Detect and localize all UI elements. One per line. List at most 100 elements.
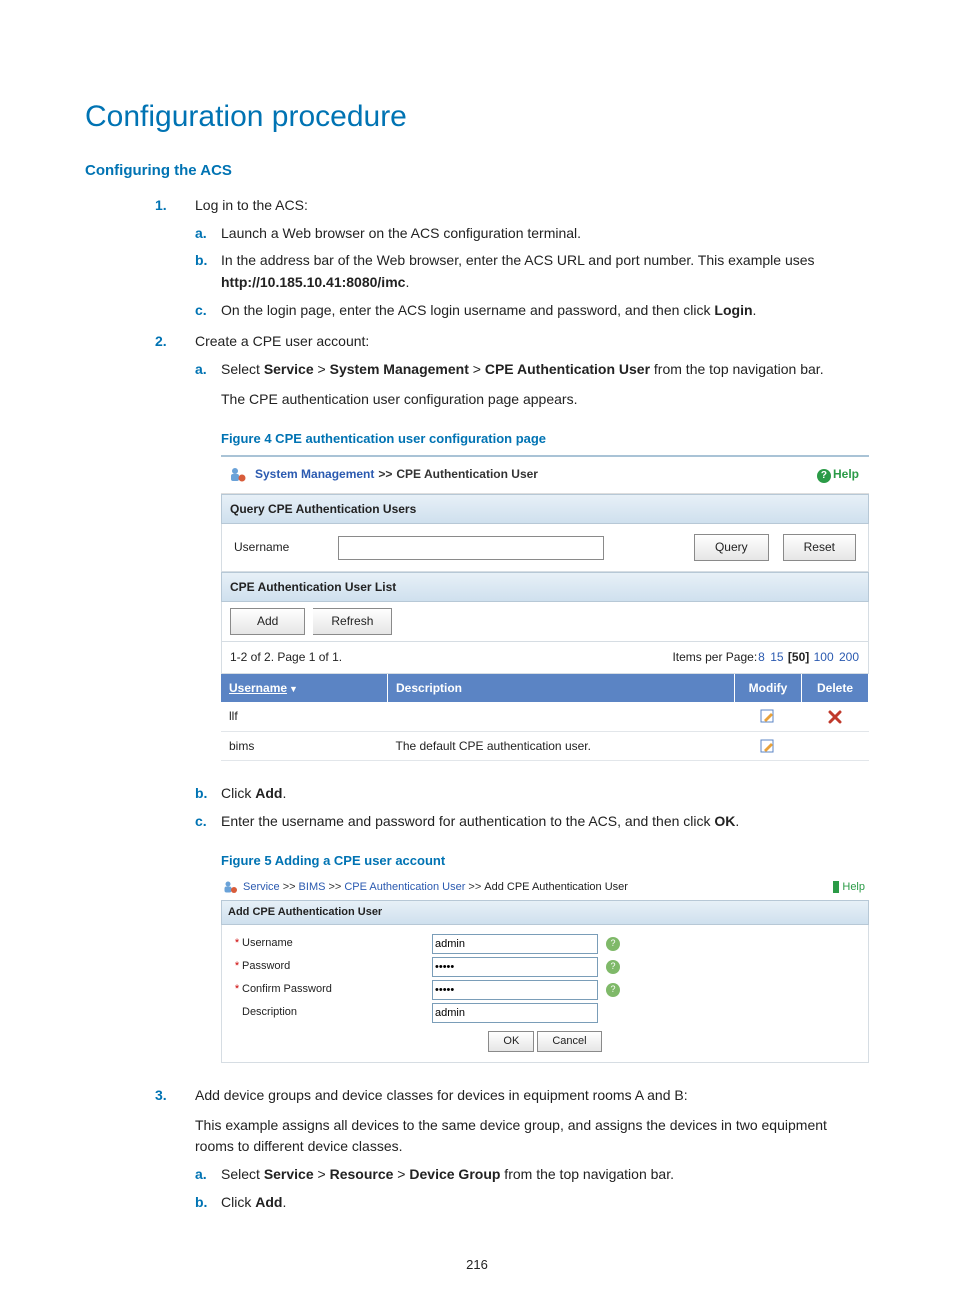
step-3b-post: . xyxy=(282,1194,286,1210)
confirm-password-input[interactable] xyxy=(432,980,598,1000)
step-2a-pre: Select xyxy=(221,361,264,377)
step-2a-gt2: > xyxy=(469,361,485,377)
modify-icon[interactable] xyxy=(760,709,776,723)
step-3b-pre: Click xyxy=(221,1194,255,1210)
step-2a-marker: a. xyxy=(195,359,207,381)
crumb-sep: >> xyxy=(378,465,392,484)
crumb-cpe-auth-user[interactable]: CPE Authentication User xyxy=(344,879,465,896)
step-3a-pre: Select xyxy=(221,1166,264,1182)
step-3a-b2: Resource xyxy=(330,1166,394,1182)
step-2a-b3: CPE Authentication User xyxy=(485,361,650,377)
step-3a-gt2: > xyxy=(393,1166,409,1182)
table-row: bims The default CPE authentication user… xyxy=(221,731,869,761)
crumb-bims[interactable]: BIMS xyxy=(299,879,326,896)
cell-username: llf xyxy=(221,702,388,731)
step-1c-pre: On the login page, enter the ACS login u… xyxy=(221,302,714,318)
reset-button[interactable]: Reset xyxy=(783,534,856,561)
col-username[interactable]: Username▼ xyxy=(221,674,388,703)
hint-icon[interactable]: ? xyxy=(606,937,620,951)
step-2b-pre: Click xyxy=(221,785,255,801)
col-delete: Delete xyxy=(802,674,869,703)
ipp-label: Items per Page: xyxy=(672,650,757,664)
delete-icon[interactable] xyxy=(828,709,842,723)
step-3a: a. Select Service > Resource > Device Gr… xyxy=(195,1164,869,1186)
add-button[interactable]: Add xyxy=(230,608,305,635)
list-toolbar: Add Refresh xyxy=(221,602,869,642)
crumb-sep: >> xyxy=(468,879,481,896)
step-2a-gt1: > xyxy=(314,361,330,377)
ipp-15[interactable]: 15 xyxy=(770,650,783,664)
step-2b: b. Click Add. xyxy=(195,783,869,805)
required-marker: * xyxy=(232,935,242,952)
query-button[interactable]: Query xyxy=(694,534,769,561)
ok-button[interactable]: OK xyxy=(488,1031,534,1052)
list-panel-header: CPE Authentication User List xyxy=(221,572,869,603)
step-1: 1. Log in to the ACS: a. Launch a Web br… xyxy=(85,195,869,321)
step-3: 3. Add device groups and device classes … xyxy=(85,1085,869,1213)
step-3a-gt1: > xyxy=(314,1166,330,1182)
help-icon: ? xyxy=(817,469,831,483)
figure-4-caption: Figure 4 CPE authentication user configu… xyxy=(221,429,869,449)
step-1-text: Log in to the ACS: xyxy=(195,197,308,213)
ipp-200[interactable]: 200 xyxy=(839,650,859,664)
refresh-button[interactable]: Refresh xyxy=(313,608,392,635)
add-user-panel-header: Add CPE Authentication User xyxy=(221,900,869,925)
username-input[interactable] xyxy=(432,934,598,954)
step-1a: a. Launch a Web browser on the ACS confi… xyxy=(195,223,869,245)
crumb-service[interactable]: Service xyxy=(243,879,280,896)
add-user-form: * Username ? * Password ? xyxy=(221,925,869,1063)
step-2c-post: . xyxy=(735,813,739,829)
step-2a-b2: System Management xyxy=(330,361,469,377)
required-marker xyxy=(232,1004,242,1021)
cancel-button[interactable]: Cancel xyxy=(537,1031,601,1052)
crumb-system-management[interactable]: System Management xyxy=(255,465,374,484)
password-input[interactable] xyxy=(432,957,598,977)
figure-4: System Management >> CPE Authentication … xyxy=(221,455,869,762)
step-2c-marker: c. xyxy=(195,811,207,833)
field-username: * Username ? xyxy=(232,934,858,954)
items-per-page: Items per Page:8 15 [50] 100 200 xyxy=(672,648,860,667)
description-label: Description xyxy=(242,1004,432,1021)
step-3b-marker: b. xyxy=(195,1192,207,1214)
users-icon xyxy=(221,879,239,895)
step-1c-post: . xyxy=(753,302,757,318)
step-1c-login: Login xyxy=(714,302,752,318)
modify-icon[interactable] xyxy=(760,739,776,753)
required-marker: * xyxy=(232,958,242,975)
step-1c-marker: c. xyxy=(195,300,207,322)
step-1a-marker: a. xyxy=(195,223,207,245)
figure-5: Service>> BIMS>> CPE Authentication User… xyxy=(221,877,869,1063)
ipp-8[interactable]: 8 xyxy=(758,650,765,664)
step-3b: b. Click Add. xyxy=(195,1192,869,1214)
ipp-100[interactable]: 100 xyxy=(814,650,834,664)
username-label: Username xyxy=(234,538,324,557)
step-3a-b3: Device Group xyxy=(409,1166,500,1182)
step-3-after: This example assigns all devices to the … xyxy=(195,1115,869,1158)
page-number: 216 xyxy=(0,1257,954,1272)
crumb-add-cpe-user: Add CPE Authentication User xyxy=(484,879,628,896)
help-link[interactable]: ? Help xyxy=(833,879,865,896)
hint-icon[interactable]: ? xyxy=(606,960,620,974)
user-table: Username▼ Description Modify Delete llf xyxy=(221,674,869,762)
description-input[interactable] xyxy=(432,1003,598,1023)
step-3a-b1: Service xyxy=(264,1166,314,1182)
step-2b-marker: b. xyxy=(195,783,207,805)
step-2: 2. Create a CPE user account: a. Select … xyxy=(85,331,869,1063)
step-2c-ok: OK xyxy=(714,813,735,829)
step-2b-post: . xyxy=(282,785,286,801)
step-2a-post: from the top navigation bar. xyxy=(650,361,824,377)
hint-icon[interactable]: ? xyxy=(606,983,620,997)
step-2-number: 2. xyxy=(155,331,167,353)
help-link[interactable]: ?Help xyxy=(817,465,859,484)
ipp-50: [50] xyxy=(788,650,809,664)
password-label: Password xyxy=(242,958,432,975)
step-1a-text: Launch a Web browser on the ACS configur… xyxy=(221,225,581,241)
username-label: Username xyxy=(242,935,432,952)
crumb-sep: >> xyxy=(283,879,296,896)
step-2c: c. Enter the username and password for a… xyxy=(195,811,869,1063)
query-panel-body: Username Query Reset xyxy=(221,524,869,572)
username-input[interactable] xyxy=(338,536,604,560)
users-icon xyxy=(227,465,249,485)
step-2a: a. Select Service > System Management > … xyxy=(195,359,869,761)
step-1b-marker: b. xyxy=(195,250,207,272)
